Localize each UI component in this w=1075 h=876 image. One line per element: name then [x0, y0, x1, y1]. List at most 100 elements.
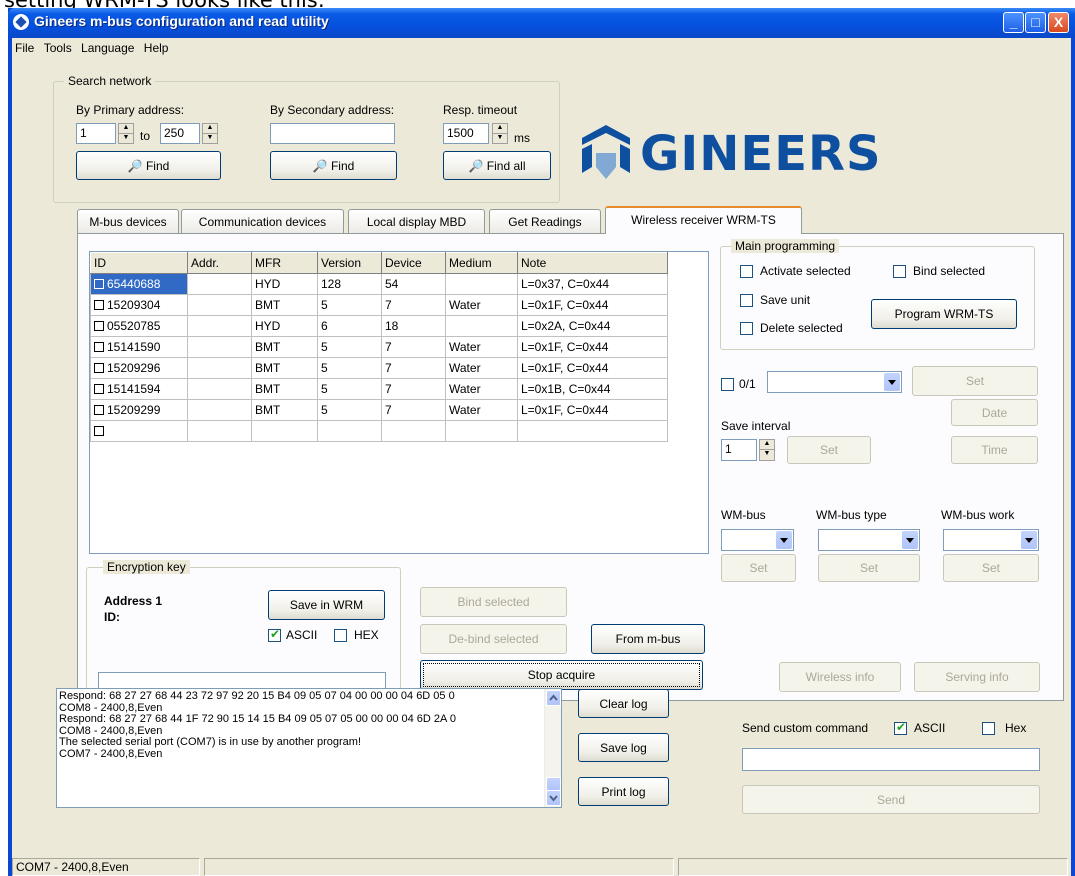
- minimize-button[interactable]: _: [1003, 12, 1024, 33]
- table-row[interactable]: [90, 420, 668, 442]
- tab-communication-devices[interactable]: Communication devices: [181, 209, 344, 233]
- maximize-button[interactable]: □: [1025, 12, 1046, 33]
- set-interval-button[interactable]: Set: [787, 436, 871, 464]
- table-row[interactable]: 65440688 HYD 128 54 L=0x37, C=0x44: [90, 273, 668, 295]
- menu-help[interactable]: Help: [141, 38, 172, 55]
- activate-selected-checkbox[interactable]: [740, 265, 753, 278]
- menu-file[interactable]: File: [12, 38, 37, 55]
- primary-to-spinner[interactable]: ▲ ▼: [202, 123, 218, 144]
- primary-from-spinner[interactable]: ▲ ▼: [118, 123, 134, 144]
- set-wmbus-type-button[interactable]: Set: [818, 554, 920, 582]
- from-mbus-button[interactable]: From m-bus: [591, 624, 705, 654]
- send-button[interactable]: Send: [742, 785, 1040, 814]
- menu-tools[interactable]: Tools: [41, 38, 75, 55]
- version-cell: 5: [317, 294, 382, 316]
- primary-from-input[interactable]: 1: [76, 123, 116, 144]
- set-wmbus-button[interactable]: Set: [721, 554, 796, 582]
- table-row[interactable]: 15209296 BMT 5 7 Water L=0x1F, C=0x44: [90, 357, 668, 379]
- set-wmbus-work-button[interactable]: Set: [943, 554, 1039, 582]
- tab-mbus-devices[interactable]: M-bus devices: [77, 209, 179, 233]
- device-table: ID Addr. MFR Version Device Medium Note …: [90, 252, 668, 442]
- tab-local-display[interactable]: Local display MBD: [348, 209, 485, 233]
- toggle-01-checkbox[interactable]: [721, 378, 734, 391]
- wmbus-work-dropdown[interactable]: [943, 529, 1039, 551]
- column-header-note[interactable]: Note: [517, 252, 668, 274]
- row-checkbox[interactable]: [94, 300, 104, 310]
- find-primary-button[interactable]: 🔎 Find: [76, 151, 221, 180]
- date-button[interactable]: Date: [951, 399, 1038, 426]
- find-secondary-button[interactable]: 🔎 Find: [270, 151, 397, 180]
- column-header-id[interactable]: ID: [90, 252, 188, 274]
- column-header-medium[interactable]: Medium: [445, 252, 518, 274]
- serving-info-button[interactable]: Serving info: [914, 662, 1040, 692]
- hex-checkbox[interactable]: [334, 629, 347, 642]
- close-button[interactable]: X: [1048, 12, 1069, 33]
- id-cell[interactable]: 15141590: [90, 336, 188, 358]
- column-header-addr[interactable]: Addr.: [187, 252, 252, 274]
- tab-get-readings[interactable]: Get Readings: [489, 209, 601, 233]
- clear-log-button[interactable]: Clear log: [578, 689, 669, 718]
- column-header-device[interactable]: Device: [381, 252, 446, 274]
- row-checkbox[interactable]: [94, 363, 104, 373]
- column-header-mfr[interactable]: MFR: [251, 252, 318, 274]
- find-all-button[interactable]: 🔎 Find all: [443, 151, 551, 180]
- toggle-dropdown[interactable]: [767, 371, 902, 393]
- custom-hex-checkbox[interactable]: [982, 722, 995, 735]
- menu-language[interactable]: Language: [78, 38, 137, 55]
- row-checkbox[interactable]: [94, 405, 104, 415]
- row-checkbox[interactable]: [94, 426, 104, 436]
- id-cell[interactable]: 15209299: [90, 399, 188, 421]
- table-row[interactable]: 15209304 BMT 5 7 Water L=0x1F, C=0x44: [90, 294, 668, 316]
- id-cell[interactable]: 65440688: [90, 273, 188, 295]
- scroll-down-icon[interactable]: [546, 790, 561, 806]
- row-checkbox[interactable]: [94, 321, 104, 331]
- save-unit-checkbox[interactable]: [740, 294, 753, 307]
- debind-selected-button[interactable]: De-bind selected: [420, 624, 567, 654]
- secondary-address-input[interactable]: [270, 123, 395, 144]
- device-grid[interactable]: ID Addr. MFR Version Device Medium Note …: [89, 251, 709, 554]
- save-interval-input[interactable]: 1: [721, 439, 757, 461]
- column-header-version[interactable]: Version: [317, 252, 382, 274]
- custom-ascii-label: ASCII: [914, 721, 946, 735]
- primary-to-input[interactable]: 250: [160, 123, 200, 144]
- print-log-button[interactable]: Print log: [578, 777, 669, 806]
- wmbus-dropdown[interactable]: [721, 529, 794, 551]
- table-row[interactable]: 15141590 BMT 5 7 Water L=0x1F, C=0x44: [90, 336, 668, 358]
- row-checkbox[interactable]: [94, 384, 104, 394]
- save-interval-spinner[interactable]: ▲ ▼: [759, 439, 775, 461]
- id-cell[interactable]: 15209296: [90, 357, 188, 379]
- timeout-spinner[interactable]: ▲ ▼: [492, 123, 508, 144]
- bind-selected-checkbox[interactable]: [893, 265, 906, 278]
- save-log-button[interactable]: Save log: [578, 733, 669, 762]
- delete-selected-checkbox[interactable]: [740, 322, 753, 335]
- table-row[interactable]: 15209299 BMT 5 7 Water L=0x1F, C=0x44: [90, 399, 668, 421]
- bind-selected-button[interactable]: Bind selected: [420, 587, 567, 617]
- wmbus-type-dropdown[interactable]: [818, 529, 920, 551]
- timeout-input[interactable]: 1500: [443, 123, 489, 144]
- id-cell[interactable]: 15141594: [90, 378, 188, 400]
- scroll-thumb[interactable]: [546, 777, 561, 791]
- table-row[interactable]: 15141594 BMT 5 7 Water L=0x1B, C=0x44: [90, 378, 668, 400]
- tab-wireless-receiver[interactable]: Wireless receiver WRM-TS: [605, 206, 802, 234]
- custom-ascii-checkbox[interactable]: [894, 720, 907, 735]
- table-row[interactable]: 05520785 HYD 6 18 L=0x2A, C=0x44: [90, 315, 668, 337]
- ascii-checkbox[interactable]: [268, 627, 281, 642]
- stop-acquire-button[interactable]: Stop acquire: [420, 660, 703, 690]
- program-wrm-ts-button[interactable]: Program WRM-TS: [871, 299, 1017, 329]
- device-cell: 54: [381, 273, 446, 295]
- set-toggle-button[interactable]: Set: [912, 366, 1038, 396]
- log-scrollbar[interactable]: [544, 689, 561, 807]
- id-cell[interactable]: 05520785: [90, 315, 188, 337]
- time-button[interactable]: Time: [951, 436, 1038, 464]
- custom-command-input[interactable]: [742, 748, 1040, 771]
- row-checkbox[interactable]: [94, 342, 104, 352]
- log-textarea[interactable]: Respond: 68 27 27 68 44 23 72 97 92 20 1…: [56, 688, 562, 808]
- wireless-info-button[interactable]: Wireless info: [779, 662, 901, 692]
- row-checkbox[interactable]: [94, 279, 104, 289]
- addr-cell: [187, 294, 252, 316]
- scroll-up-icon[interactable]: [546, 690, 561, 706]
- title-bar[interactable]: Gineers m-bus configuration and read uti…: [8, 8, 1075, 38]
- save-in-wrm-button[interactable]: Save in WRM: [268, 590, 385, 620]
- id-cell[interactable]: 15209304: [90, 294, 188, 316]
- id-cell[interactable]: [90, 420, 188, 442]
